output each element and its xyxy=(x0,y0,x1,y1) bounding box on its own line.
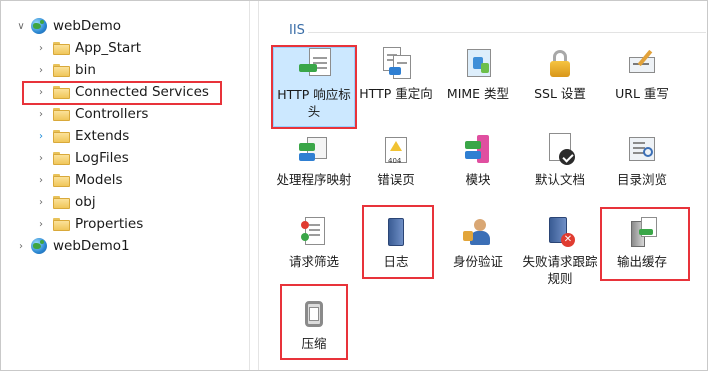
window-frame: ∨ webDemo › App_Start › bin › Connected … xyxy=(0,0,708,371)
request-filtering-icon xyxy=(297,215,331,249)
section-title: IIS xyxy=(289,23,305,38)
feature-label: 处理程序映射 xyxy=(276,172,352,187)
chevron-right-icon[interactable]: › xyxy=(35,170,47,190)
feature-label: 失败请求跟踪规则 xyxy=(522,254,598,286)
ssl-lock-icon xyxy=(543,47,577,81)
feature-label: MIME 类型 xyxy=(446,86,510,101)
feature-handler-mappings[interactable]: 处理程序映射 xyxy=(273,133,355,188)
feature-label: 默认文档 xyxy=(534,172,585,187)
output-caching-icon xyxy=(625,215,659,249)
http-redirect-icon xyxy=(379,47,413,81)
tree-item-label: App_Start xyxy=(75,40,142,56)
feature-label: 输出缓存 xyxy=(616,254,667,269)
chevron-right-icon[interactable]: › xyxy=(35,82,47,102)
feature-modules[interactable]: 模块 xyxy=(437,133,519,188)
tree-item-bin[interactable]: › bin xyxy=(35,60,96,80)
feature-label: 错误页 xyxy=(377,172,415,187)
folder-icon xyxy=(53,129,70,143)
feature-label: 身份验证 xyxy=(452,254,503,269)
feature-url-rewrite[interactable]: URL 重写 xyxy=(601,47,683,102)
feature-http-redirect[interactable]: HTTP 重定向 xyxy=(355,47,437,102)
chevron-right-icon[interactable]: › xyxy=(35,60,47,80)
feature-failed-request-tracing[interactable]: ✕ 失败请求跟踪规则 xyxy=(519,215,601,287)
tree-item-webdemo1[interactable]: › webDemo1 xyxy=(15,236,130,256)
chevron-down-icon[interactable]: ∨ xyxy=(15,16,27,36)
folder-icon xyxy=(53,217,70,231)
chevron-right-icon[interactable]: › xyxy=(15,236,27,256)
feature-compression[interactable]: 压缩 xyxy=(273,297,355,352)
feature-label: HTTP 重定向 xyxy=(359,86,433,101)
folder-icon xyxy=(53,63,70,77)
tree-item-label: Controllers xyxy=(75,106,149,122)
directory-browsing-icon xyxy=(625,133,659,167)
logging-icon xyxy=(379,215,413,249)
folder-icon xyxy=(53,41,70,55)
tree-item-label: webDemo xyxy=(53,18,122,34)
feature-label: SSL 设置 xyxy=(534,86,586,101)
chevron-right-icon[interactable]: › xyxy=(35,192,47,212)
http-response-headers-icon xyxy=(297,48,331,82)
tree-item-connected-services[interactable]: › Connected Services xyxy=(35,82,209,102)
folder-icon xyxy=(53,195,70,209)
project-tree: ∨ webDemo › App_Start › bin › Connected … xyxy=(1,1,249,370)
tree-item-logfiles[interactable]: › LogFiles xyxy=(35,148,129,168)
feature-mime-types[interactable]: MIME 类型 xyxy=(437,47,519,102)
tree-item-label: Extends xyxy=(75,128,130,144)
chevron-right-icon[interactable]: › xyxy=(35,148,47,168)
authentication-icon xyxy=(461,215,495,249)
tree-item-webdemo[interactable]: ∨ webDemo xyxy=(15,16,121,36)
handler-mappings-icon xyxy=(297,133,331,167)
failed-request-tracing-icon: ✕ xyxy=(543,215,577,249)
tree-item-label: Properties xyxy=(75,216,144,232)
pane-divider xyxy=(249,1,250,370)
feature-logging[interactable]: 日志 xyxy=(355,215,437,270)
url-rewrite-icon xyxy=(625,47,659,81)
error-pages-icon: 404 xyxy=(379,133,413,167)
mime-types-icon xyxy=(461,47,495,81)
tree-item-app-start[interactable]: › App_Start xyxy=(35,38,141,58)
pane-divider xyxy=(258,1,259,370)
chevron-right-icon[interactable]: › xyxy=(35,38,47,58)
folder-icon xyxy=(53,173,70,187)
feature-error-pages[interactable]: 404 错误页 xyxy=(355,133,437,188)
feature-label: 目录浏览 xyxy=(616,172,667,187)
tree-item-label: Connected Services xyxy=(75,84,209,100)
tree-item-label: bin xyxy=(75,62,96,78)
feature-label: URL 重写 xyxy=(615,86,669,101)
folder-icon xyxy=(53,85,70,99)
tree-item-obj[interactable]: › obj xyxy=(35,192,96,212)
tree-item-label: webDemo1 xyxy=(53,238,130,254)
tree-item-models[interactable]: › Models xyxy=(35,170,123,190)
feature-request-filtering[interactable]: 请求筛选 xyxy=(273,215,355,270)
website-globe-icon xyxy=(31,18,47,34)
feature-directory-browsing[interactable]: 目录浏览 xyxy=(601,133,683,188)
feature-label: HTTP 响应标头 xyxy=(277,87,351,119)
feature-label: 模块 xyxy=(465,172,491,187)
feature-label: 压缩 xyxy=(301,336,327,351)
feature-output-caching[interactable]: 输出缓存 xyxy=(601,215,683,270)
folder-icon xyxy=(53,151,70,165)
feature-label: 日志 xyxy=(383,254,409,269)
modules-icon xyxy=(461,133,495,167)
default-document-icon xyxy=(543,133,577,167)
feature-authentication[interactable]: 身份验证 xyxy=(437,215,519,270)
chevron-right-icon[interactable]: › xyxy=(35,214,47,234)
chevron-right-icon[interactable]: › xyxy=(35,104,47,124)
compression-icon xyxy=(297,297,331,331)
feature-default-document[interactable]: 默认文档 xyxy=(519,133,601,188)
tree-item-properties[interactable]: › Properties xyxy=(35,214,143,234)
website-globe-icon xyxy=(31,238,47,254)
tree-item-label: LogFiles xyxy=(75,150,129,166)
feature-http-response-headers[interactable]: HTTP 响应标头 xyxy=(273,47,355,127)
feature-label: 请求筛选 xyxy=(288,254,339,269)
feature-ssl-settings[interactable]: SSL 设置 xyxy=(519,47,601,102)
folder-icon xyxy=(53,107,70,121)
tree-item-label: Models xyxy=(75,172,123,188)
chevron-right-icon[interactable]: › xyxy=(35,126,47,146)
tree-item-controllers[interactable]: › Controllers xyxy=(35,104,148,124)
section-divider xyxy=(308,32,706,33)
tree-item-extends[interactable]: › Extends xyxy=(35,126,129,146)
tree-item-label: obj xyxy=(75,194,96,210)
